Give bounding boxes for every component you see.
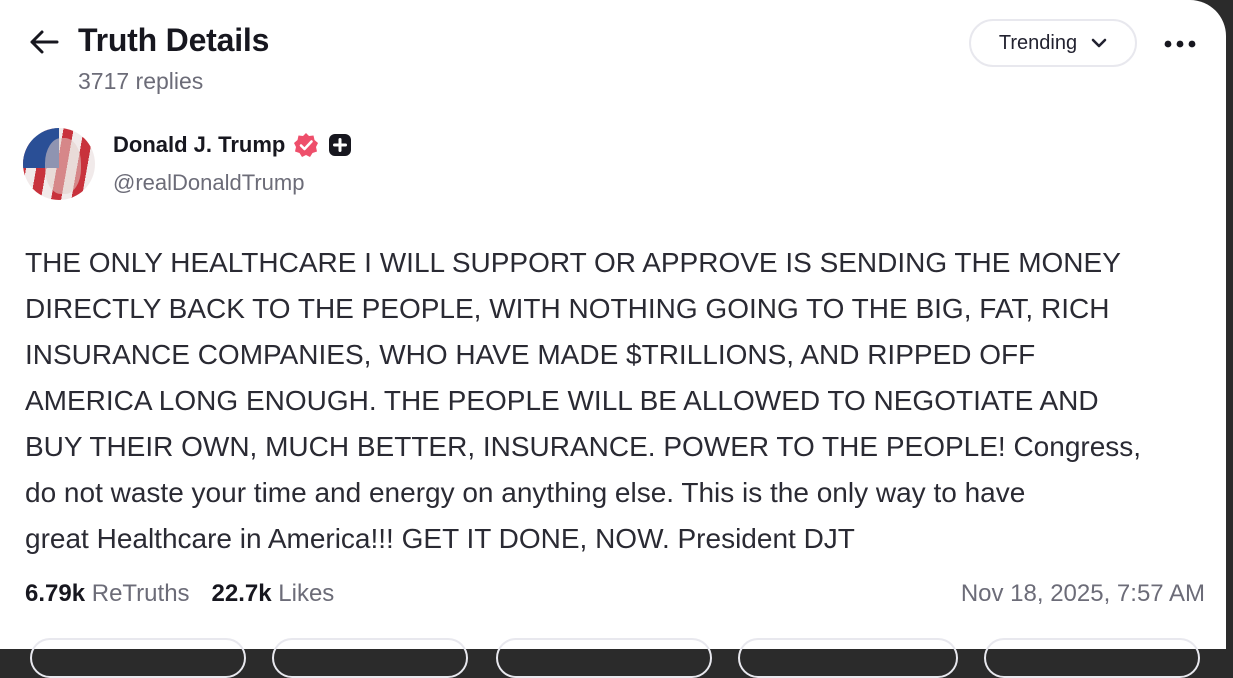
arrow-left-icon (30, 30, 59, 54)
back-button[interactable] (28, 28, 60, 56)
likes-stat[interactable]: 22.7k Likes (212, 580, 335, 608)
chevron-down-icon (1091, 38, 1107, 48)
retruths-label: ReTruths (91, 580, 190, 607)
more-action-button[interactable] (984, 638, 1200, 678)
likes-count: 22.7k (211, 580, 272, 607)
post-body: THE ONLY HEALTHCARE I WILL SUPPORT OR AP… (25, 247, 1142, 554)
page-title: Truth Details (78, 22, 270, 58)
likes-label: Likes (278, 580, 335, 607)
more-horizontal-icon (1164, 40, 1196, 48)
retruths-stat[interactable]: 6.79k ReTruths (25, 580, 190, 608)
retruths-count: 6.79k (25, 580, 86, 607)
retruth-action-button[interactable] (272, 638, 468, 678)
more-options-button[interactable] (1161, 30, 1199, 58)
sort-dropdown[interactable]: Trending (969, 19, 1137, 67)
author-handle[interactable]: @realDonaldTrump (113, 170, 304, 196)
truth-details-panel: Truth Details 3717 replies Trending Dona… (0, 0, 1226, 678)
plus-badge-icon (329, 134, 352, 156)
post-stats: 6.79k ReTruths 22.7k Likes (25, 580, 334, 608)
sort-label: Trending (998, 31, 1078, 54)
verified-badge-icon (294, 133, 319, 157)
author-name[interactable]: Donald J. Trump (113, 132, 285, 158)
like-action-button[interactable] (496, 638, 712, 678)
avatar[interactable] (23, 128, 95, 200)
author-name-row: Donald J. Trump (113, 132, 353, 158)
reply-count: 3717 replies (78, 68, 204, 94)
share-action-button[interactable] (738, 638, 958, 678)
reply-action-button[interactable] (30, 638, 246, 678)
post-timestamp: Nov 18, 2025, 7:57 AM (960, 580, 1205, 607)
